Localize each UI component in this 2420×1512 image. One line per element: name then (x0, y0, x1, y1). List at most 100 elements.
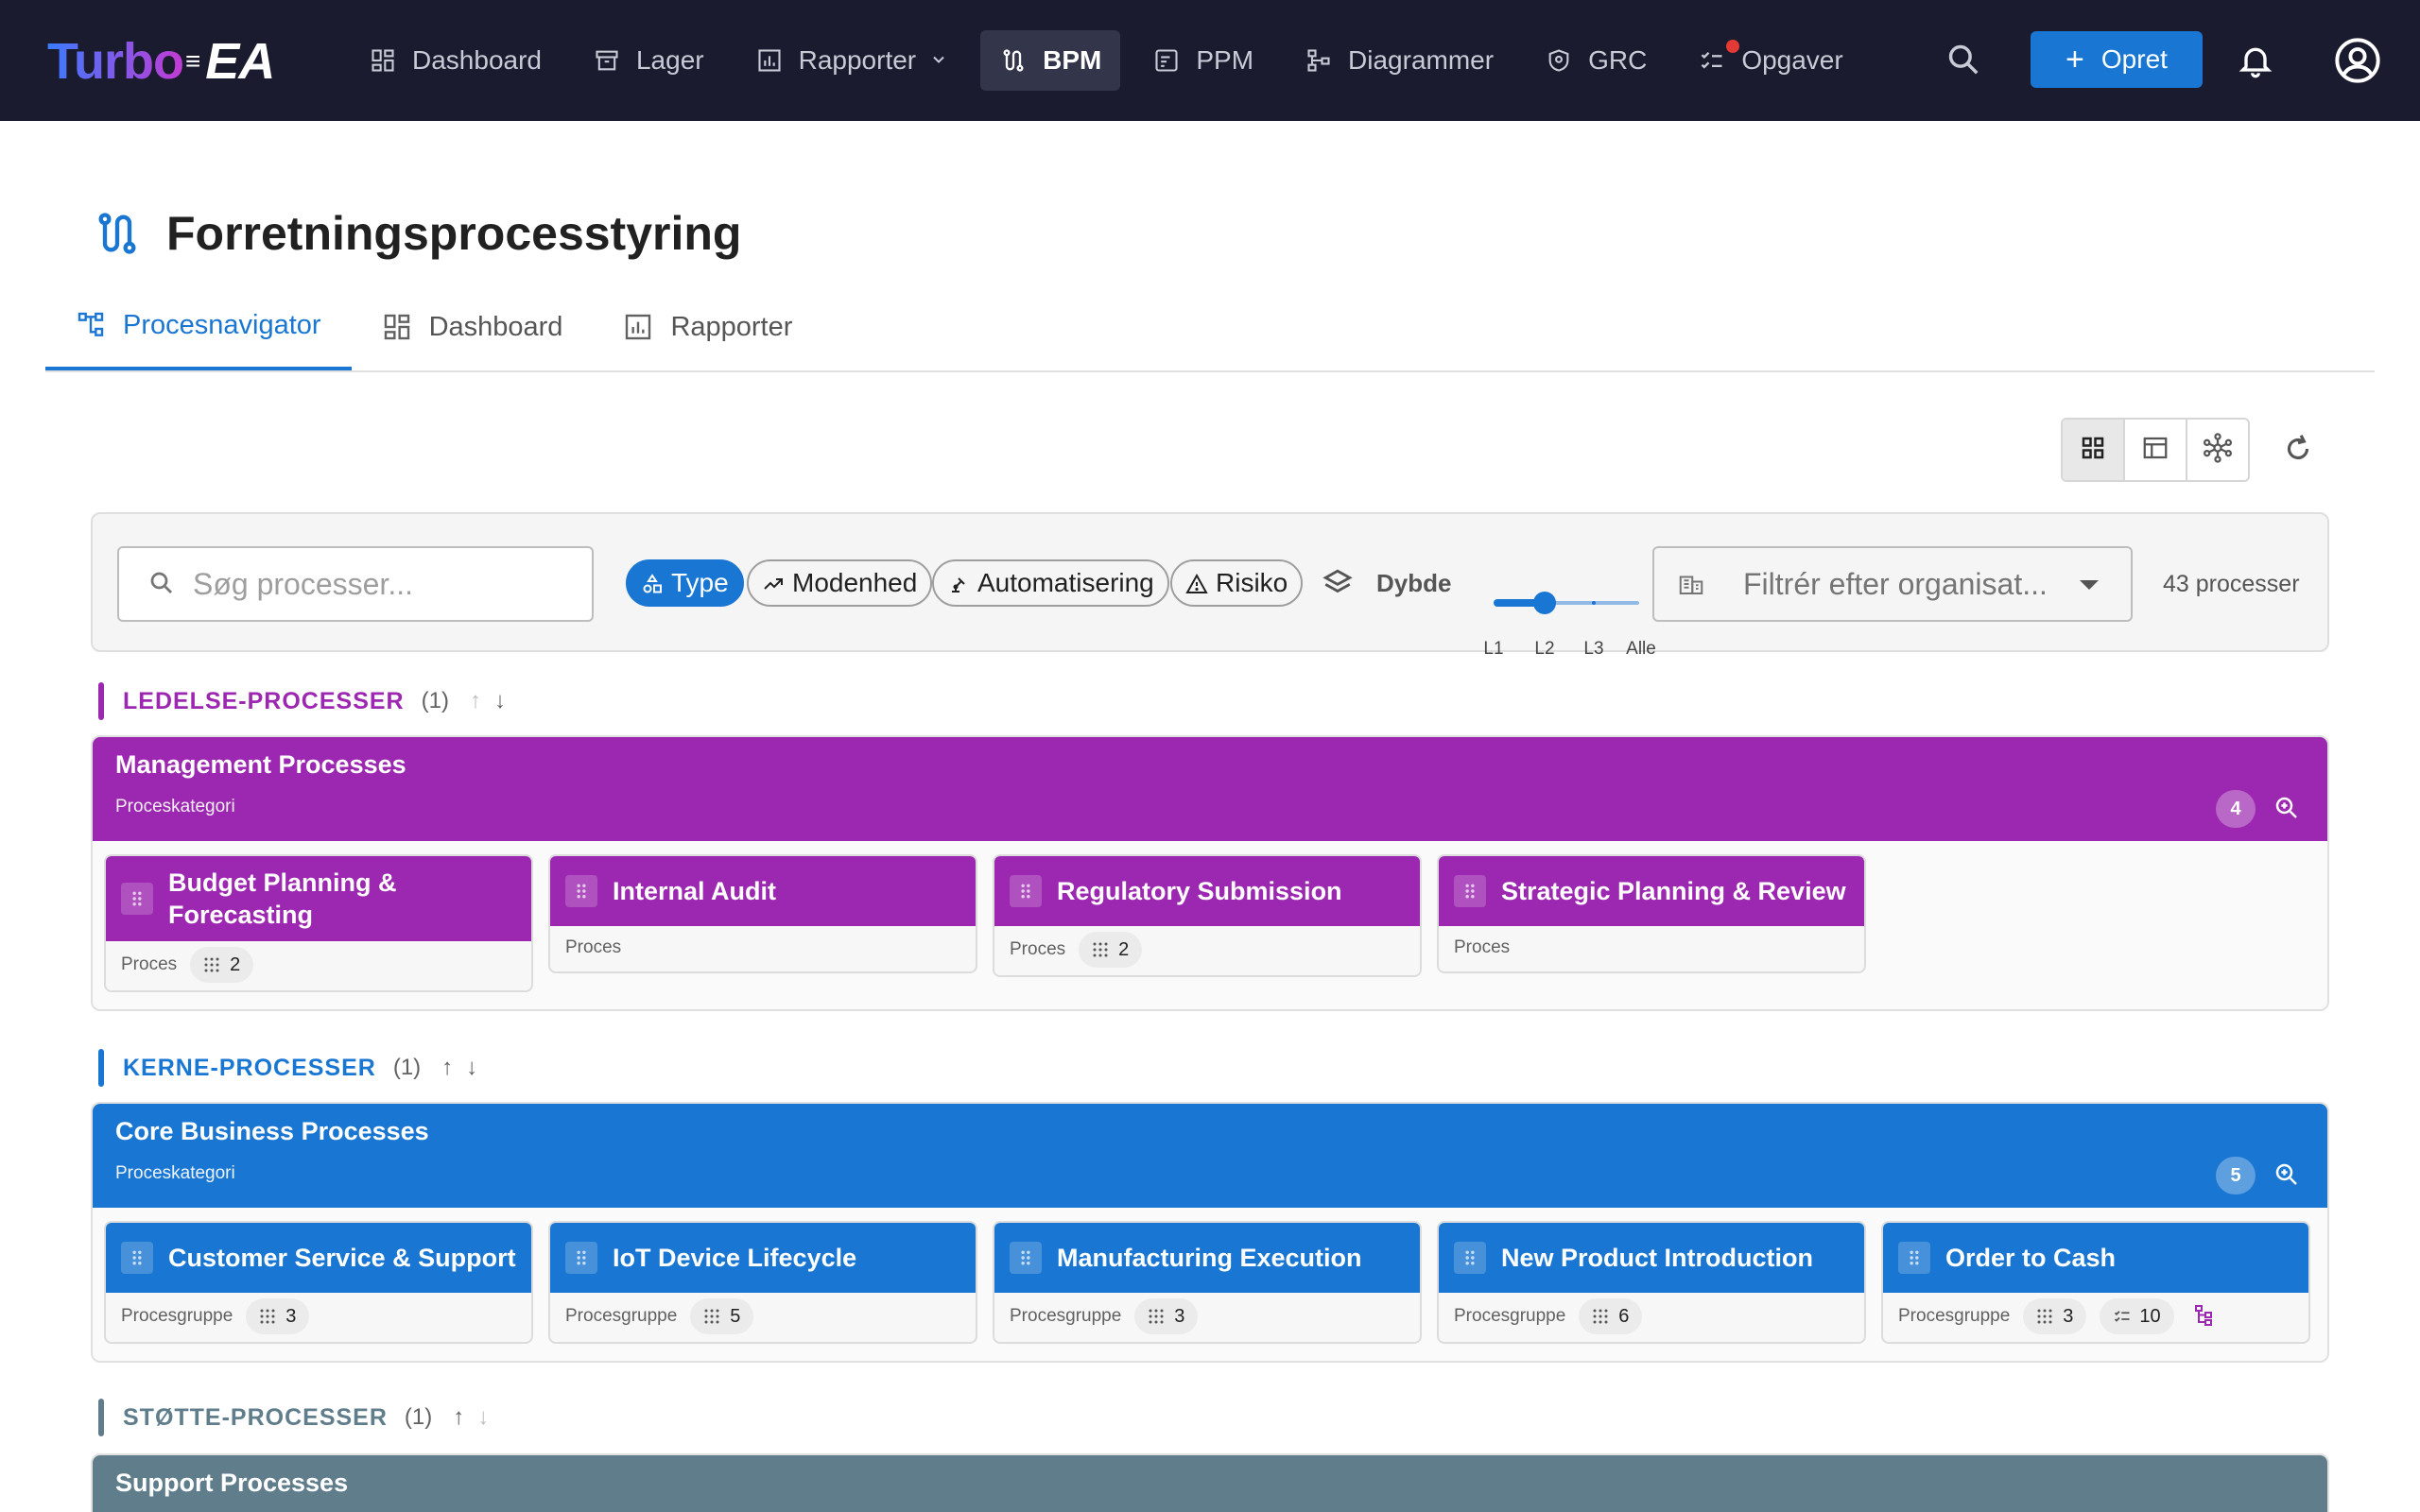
arrow-down-icon[interactable]: ↓ (494, 688, 506, 714)
card-title: Customer Service & Support (168, 1244, 516, 1272)
filter-bar: Søg processer... Type Modenhed Automatis… (91, 512, 2329, 659)
process-tree-icon[interactable] (2193, 1304, 2218, 1329)
category-title: Support Processes (115, 1469, 349, 1497)
chip-risiko[interactable]: Risiko (1170, 559, 1304, 607)
grid-dots-icon (703, 1308, 720, 1325)
process-card[interactable]: Internal Audit Proces (548, 854, 977, 973)
drag-handle-icon[interactable] (121, 883, 153, 915)
chip-modenhed[interactable]: Modenhed (747, 559, 933, 607)
process-count: 43 processer (2163, 571, 2300, 597)
card-body: Procesgruppe 3 10 (1883, 1293, 2308, 1342)
process-card[interactable]: Order to Cash Procesgruppe 3 10 (1881, 1221, 2310, 1344)
category-header[interactable]: Support Processes (93, 1455, 2327, 1512)
card-body: Procesgruppe 3 (994, 1293, 1420, 1342)
child-count: 5 (730, 1305, 741, 1327)
arrow-down-icon[interactable]: ↓ (477, 1404, 489, 1431)
drag-handle-icon[interactable] (1010, 1242, 1042, 1274)
drag-handle-icon[interactable] (1454, 875, 1486, 907)
drag-handle-icon[interactable] (565, 1242, 597, 1274)
category-header[interactable]: Core Business Processes Proceskategori 5 (93, 1104, 2327, 1208)
network-view-button[interactable] (2187, 420, 2248, 480)
table-view-button[interactable] (2125, 420, 2187, 480)
search-icon (147, 569, 178, 599)
search-icon[interactable] (1945, 42, 1983, 79)
arrow-up-icon[interactable]: ↑ (441, 1055, 453, 1081)
chip-automatisering[interactable]: Automatisering (932, 559, 1169, 607)
process-card[interactable]: Strategic Planning & Review Proces (1437, 854, 1866, 973)
bpm-route-icon (999, 46, 1028, 75)
logo-text-turbo: Turbo (47, 33, 184, 90)
task-count: 10 (2139, 1305, 2161, 1327)
create-button[interactable]: + Opret (2031, 31, 2203, 88)
grid-dots-icon (1092, 941, 1109, 958)
grid-dots-icon (259, 1308, 276, 1325)
nav-label: PPM (1196, 45, 1254, 75)
card-header: Budget Planning & Forecasting (106, 856, 531, 941)
account-circle-icon[interactable] (2333, 36, 2382, 85)
logo-text-ea: EA (205, 33, 275, 90)
refresh-icon[interactable] (2280, 431, 2318, 469)
process-card[interactable]: Customer Service & Support Procesgruppe … (104, 1221, 533, 1344)
dashboard-icon (369, 46, 397, 75)
depth-slider[interactable]: L1 L2 L3 Alle (1473, 563, 1681, 659)
diagram-icon (1305, 46, 1333, 75)
nav-item-ppm[interactable]: PPM (1133, 30, 1272, 91)
card-type: Procesgruppe (1010, 1306, 1122, 1326)
card-title: Regulatory Submission (1057, 877, 1342, 905)
drag-handle-icon[interactable] (565, 875, 597, 907)
card-header: Manufacturing Execution (994, 1223, 1420, 1293)
card-body: Proces (550, 926, 976, 971)
process-card[interactable]: Manufacturing Execution Procesgruppe 3 (993, 1221, 1422, 1344)
process-card[interactable]: New Product Introduction Procesgruppe 6 (1437, 1221, 1866, 1344)
process-card[interactable]: Regulatory Submission Proces 2 (993, 854, 1422, 977)
arrow-up-icon[interactable]: ↑ (470, 688, 481, 714)
nav-item-rapporter[interactable]: Rapporter (736, 30, 968, 91)
section-name: KERNE-PROCESSER (123, 1054, 376, 1081)
category-child-count-badge: 4 (2216, 790, 2256, 828)
table-icon (2141, 434, 2169, 467)
search-processes-input[interactable]: Søg processer... (117, 546, 594, 622)
grid-view-button[interactable] (2063, 420, 2125, 480)
nav-item-grc[interactable]: GRC (1526, 30, 1666, 91)
archive-icon (593, 46, 621, 75)
turbo-ea-logo[interactable]: Turbo ≡ EA (47, 32, 275, 91)
tab-label: Rapporter (670, 311, 793, 342)
chip-type[interactable]: Type (626, 559, 744, 607)
nav-item-bpm[interactable]: BPM (980, 30, 1121, 91)
bell-icon[interactable] (2237, 40, 2274, 81)
tab-rapporter[interactable]: Rapporter (593, 284, 822, 370)
process-cards: Budget Planning & Forecasting Proces 2 I… (93, 841, 2327, 1009)
drag-handle-icon[interactable] (1454, 1242, 1486, 1274)
category-header[interactable]: Management Processes Proceskategori 4 (93, 737, 2327, 841)
section-color-bar (98, 1049, 104, 1087)
zoom-in-icon[interactable] (2273, 1160, 2301, 1189)
drag-handle-icon[interactable] (1010, 875, 1042, 907)
view-mode-toggle (2061, 418, 2250, 482)
nav-item-lager[interactable]: Lager (574, 30, 723, 91)
card-body: Procesgruppe 6 (1439, 1293, 1864, 1342)
tab-procesnavigator[interactable]: Procesnavigator (45, 284, 352, 370)
report-icon (755, 46, 784, 75)
card-header: Strategic Planning & Review (1439, 856, 1864, 926)
zoom-in-icon[interactable] (2273, 794, 2301, 822)
network-icon (2202, 432, 2234, 469)
nav-item-dashboard[interactable]: Dashboard (350, 30, 561, 91)
section-name: STØTTE-PROCESSER (123, 1403, 388, 1431)
grid-dots-icon (203, 956, 220, 973)
tree-structure-icon (76, 310, 106, 340)
warning-icon (1185, 572, 1208, 594)
category-subtitle: Proceskategori (115, 797, 235, 816)
slider-thumb[interactable] (1533, 592, 1556, 614)
tab-dashboard[interactable]: Dashboard (352, 284, 594, 370)
grid-dots-icon (1592, 1308, 1609, 1325)
arrow-down-icon[interactable]: ↓ (466, 1055, 477, 1081)
arrow-up-icon[interactable]: ↑ (453, 1404, 464, 1431)
process-card[interactable]: IoT Device Lifecycle Procesgruppe 5 (548, 1221, 977, 1344)
process-card[interactable]: Budget Planning & Forecasting Proces 2 (104, 854, 533, 992)
child-count: 3 (1174, 1305, 1185, 1327)
drag-handle-icon[interactable] (1898, 1242, 1930, 1274)
organization-filter-select[interactable]: Filtrér efter organisat... (1652, 546, 2133, 622)
drag-handle-icon[interactable] (121, 1242, 153, 1274)
nav-item-opgaver[interactable]: Opgaver (1679, 30, 1861, 91)
nav-item-diagrammer[interactable]: Diagrammer (1286, 30, 1512, 91)
